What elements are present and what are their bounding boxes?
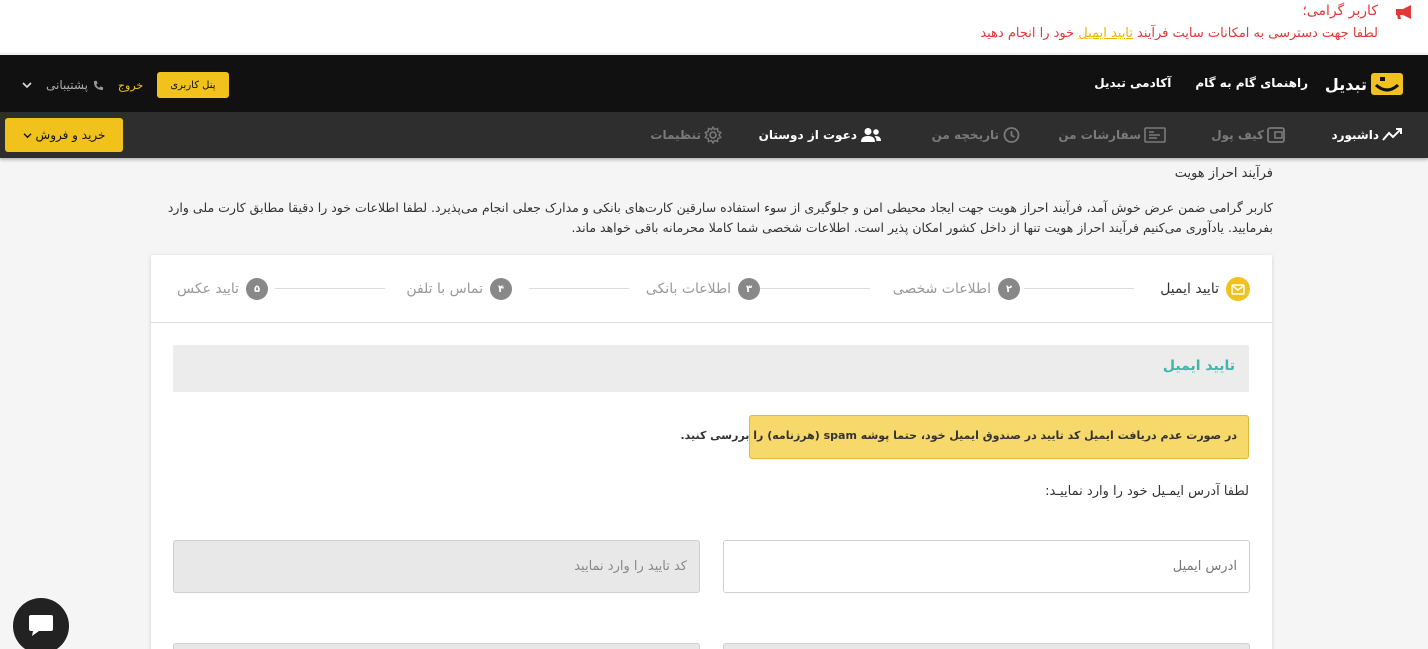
- step-connector: [1024, 288, 1134, 289]
- step-photo-verification[interactable]: ۵ تایید عکس: [177, 277, 268, 301]
- users-icon: [861, 128, 881, 142]
- step-email-verification[interactable]: تایید ایمیل: [1160, 277, 1250, 301]
- section-title: تایید ایمیل: [1162, 358, 1235, 374]
- email-input[interactable]: [723, 540, 1250, 593]
- alert-greeting: کاربر گرامی؛: [1302, 3, 1378, 19]
- subnav-wallet[interactable]: کیف پول: [1211, 125, 1285, 145]
- email-prompt-label: لطفا آدرس ایمـیل خود را وارد نماییـد:: [1045, 484, 1249, 499]
- page-title: فرآیند احراز هویت: [1174, 166, 1273, 181]
- step-connector: [529, 288, 629, 289]
- step-number: ۴: [490, 278, 512, 300]
- sub-nav: داشبورد کیف پول سفارشات من تاریخچه من دع…: [0, 112, 1428, 158]
- dashboard-chart-icon: [1382, 128, 1402, 141]
- megaphone-icon: [1396, 5, 1411, 19]
- top-nav: راهنمای گام به گام آکادمی تبدیل: [1094, 76, 1308, 90]
- spam-warning-text: در صورت عدم دریافت ایمیل کد تایید در صند…: [680, 429, 1237, 442]
- chat-bubble-icon: [29, 615, 53, 636]
- header-actions: پشتیبانی خروج پنل کاربری: [22, 72, 229, 98]
- spam-warning-box: در صورت عدم دریافت ایمیل کد تایید در صند…: [680, 415, 1249, 459]
- alert-message: لطفا جهت دسترسی به امکانات سایت فرآیند ت…: [980, 26, 1378, 41]
- verification-code-input[interactable]: [173, 540, 700, 593]
- logo-text: تبدیل: [1324, 74, 1367, 94]
- subnav-history[interactable]: تاریخچه من: [932, 125, 1020, 145]
- logo-mark-icon: [1371, 73, 1403, 95]
- subnav-dashboard[interactable]: داشبورد: [1331, 125, 1402, 145]
- intro-description: کاربر گرامی ضمن عرض خوش آمد، فرآیند احرا…: [167, 200, 1273, 235]
- step-personal-info[interactable]: ۲ اطلاعات شخصی: [893, 277, 1020, 301]
- email-verification-link[interactable]: تایید ایمیل: [1078, 26, 1133, 41]
- subnav-orders[interactable]: سفارشات من: [1058, 125, 1166, 145]
- subnav-settings[interactable]: تنظیمات: [650, 125, 722, 145]
- verification-alert-bar: کاربر گرامی؛ لطفا جهت دسترسی به امکانات …: [0, 0, 1428, 54]
- phone-icon: [93, 80, 103, 90]
- live-chat-button[interactable]: [13, 598, 69, 649]
- main-header: تبدیل راهنمای گام به گام آکادمی تبدیل پش…: [0, 55, 1428, 112]
- step-bank-info[interactable]: ۳ اطلاعات بانکی: [646, 277, 760, 301]
- nav-academy[interactable]: آکادمی تبدیل: [1094, 76, 1171, 90]
- step-phone-call[interactable]: ۴ تماس با تلفن: [406, 277, 512, 301]
- site-logo[interactable]: تبدیل: [1325, 72, 1403, 96]
- subnav-invite[interactable]: دعوت از دوستان: [759, 125, 882, 145]
- step-connector: [275, 288, 385, 289]
- step-number: ۳: [738, 278, 760, 300]
- history-clock-icon: [1003, 127, 1020, 143]
- verification-stepper: تایید ایمیل ۲ اطلاعات شخصی ۳ اطلاعات بان…: [151, 255, 1272, 323]
- user-panel-button[interactable]: پنل کاربری: [157, 72, 229, 98]
- chevron-down-icon: [23, 132, 32, 138]
- wallet-icon: [1267, 127, 1285, 143]
- orders-list-icon: [1144, 127, 1166, 143]
- chevron-down-icon[interactable]: [22, 79, 32, 92]
- nav-step-guide[interactable]: راهنمای گام به گام: [1195, 76, 1308, 90]
- gear-icon: [704, 126, 722, 144]
- next-row-field: [723, 643, 1250, 649]
- logout-link[interactable]: خروج: [118, 79, 143, 92]
- envelope-icon: [1226, 277, 1250, 301]
- step-number: ۵: [246, 278, 268, 300]
- step-number: ۲: [998, 278, 1020, 300]
- step-connector: [760, 288, 870, 289]
- verification-card: تایید ایمیل ۲ اطلاعات شخصی ۳ اطلاعات بان…: [151, 255, 1272, 649]
- buy-sell-button[interactable]: خرید و فروش: [5, 118, 123, 152]
- email-section-header: تایید ایمیل: [173, 345, 1249, 392]
- support-menu[interactable]: پشتیبانی: [46, 78, 104, 92]
- next-row-field: [173, 643, 700, 649]
